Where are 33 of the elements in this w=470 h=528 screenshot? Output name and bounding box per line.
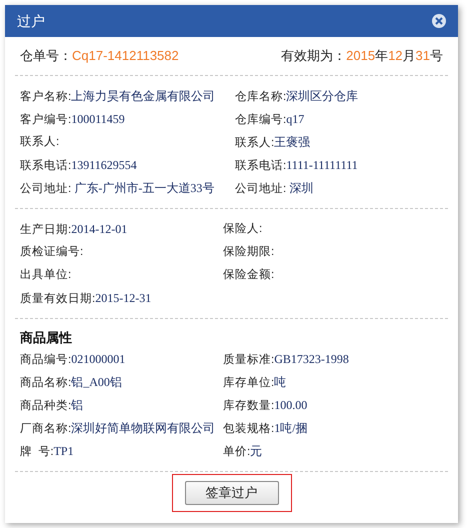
field-text: 联系电话:1111-11111111 [235, 156, 358, 174]
field-text: 公司地址: 广东-广州市-五一大道33号 [20, 180, 214, 197]
field-text: 质检证编号: [20, 244, 84, 260]
field-text: 包装规格:1吨/捆 [223, 420, 308, 437]
field-text: 单价:元 [223, 442, 262, 460]
field-text: 保险期限: [223, 244, 274, 260]
field-text: 出具单位: [20, 268, 72, 283]
field-text: 公司地址: 深圳 [235, 180, 314, 197]
sign-transfer-button[interactable]: 签章过户 [184, 481, 278, 505]
field-text: 库存单位:吨 [223, 374, 286, 391]
field-text: 客户编号:100011459 [20, 110, 125, 128]
field-text: 商品种类:铝 [20, 396, 84, 414]
field-text: 厂商名称:深圳好简单物联网有限公司 [20, 420, 216, 437]
order-number: 仓单号：Cq17-1412113582 [20, 47, 179, 66]
field-text: 商品名称:铝_A00铝 [20, 374, 122, 391]
field-text: 质量标准:GB17323-1998 [223, 350, 349, 368]
field-text: 质量有效日期:2015-12-31 [20, 290, 152, 307]
field-text: 库存数量:100.00 [223, 396, 308, 414]
field-text: 保险人: [223, 222, 262, 237]
close-icon[interactable] [432, 14, 446, 28]
field-text: 仓库编号:q17 [235, 110, 304, 128]
validity-date: 有效期为：2015年12月 31号 [281, 47, 443, 66]
window-title: 过户 [17, 12, 45, 30]
field-text: 商品编号:021000001 [20, 350, 126, 368]
field-text: 仓库名称:深圳区分仓库 [235, 88, 358, 105]
field-text: 联系人:王褒强 [235, 134, 310, 151]
field-text: 联系人: [20, 134, 60, 150]
field-text: 生产日期:2014-12-01 [20, 220, 128, 238]
field-text: 客户名称:上海力昊有色金属有限公司 [20, 88, 216, 105]
field-text: 保险金额: [223, 268, 274, 283]
section-title: 商品属性 [20, 329, 73, 347]
field-text: 牌 号:TP1 [20, 442, 74, 460]
field-text: 联系电话:13911629554 [20, 156, 137, 174]
